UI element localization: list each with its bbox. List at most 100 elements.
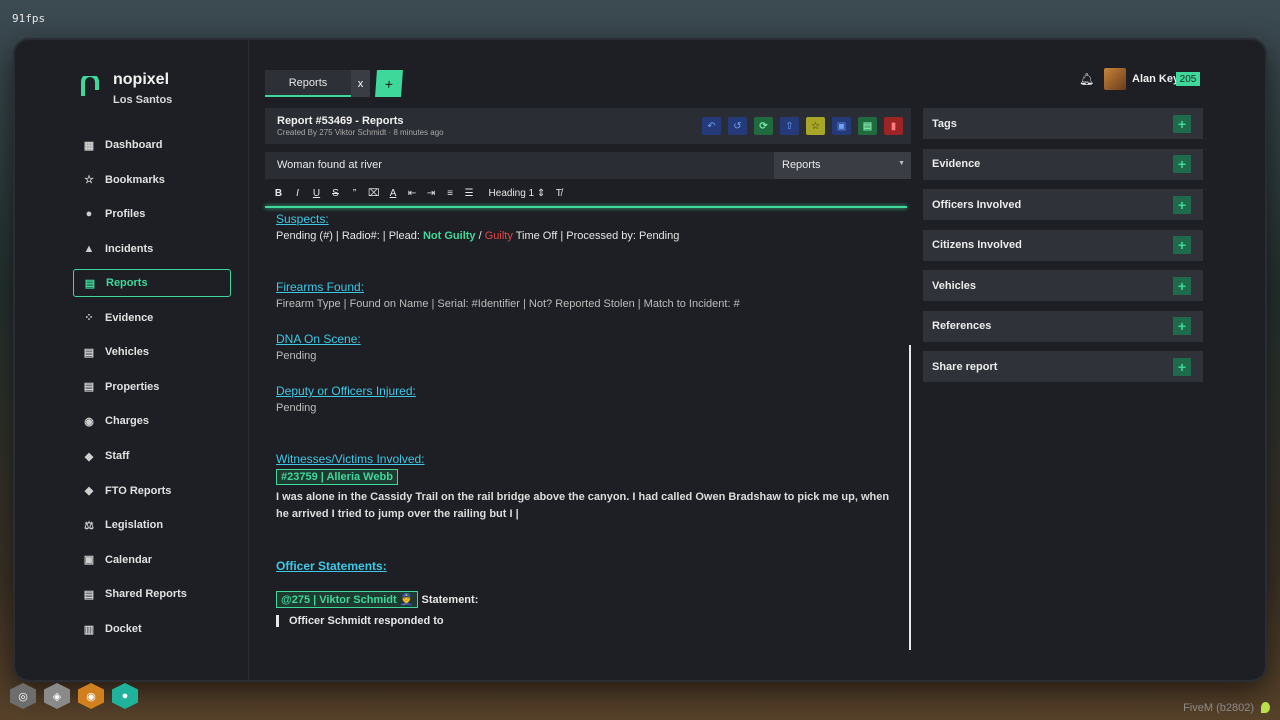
underline-button[interactable]: U — [311, 188, 322, 199]
alert-icon: ▲ — [83, 243, 95, 256]
file-icon: ▤ — [84, 277, 96, 290]
witness-chip[interactable]: #23759 | Alleria Webb — [276, 469, 398, 485]
panel-share[interactable]: Share report + — [923, 351, 1203, 382]
sidebar-item-label: Calendar — [105, 553, 153, 566]
user-name: Alan Key — [1132, 73, 1180, 85]
delete-button[interactable]: ▮ — [884, 117, 903, 135]
report-name-input[interactable]: Woman found at river — [277, 159, 382, 171]
report-editor[interactable]: Suspects: Pending (#) | Radio#: | Plead:… — [276, 212, 898, 627]
clean-icon[interactable]: ⌧ — [368, 188, 380, 199]
statement-label: Statement: — [418, 594, 479, 606]
guilty-text: Guilty — [484, 230, 513, 242]
italic-button[interactable]: I — [292, 188, 303, 199]
sidebar-item-label: Shared Reports — [105, 588, 187, 601]
sidebar-item-legislation[interactable]: ⚖ Legislation — [73, 508, 231, 543]
panel-vehicles[interactable]: Vehicles + — [923, 270, 1203, 301]
injured-value: Pending — [276, 402, 317, 414]
sidebar-item-docket[interactable]: ▥ Docket — [73, 612, 231, 647]
strike-button[interactable]: S — [330, 188, 341, 199]
brand-city: Los Santos — [113, 94, 173, 106]
bullet-list-icon[interactable]: ☰ — [464, 188, 475, 199]
chevron-down-icon: ▼ — [898, 160, 905, 167]
print-button[interactable]: ▣ — [832, 117, 851, 135]
gavel-icon: ⚖ — [84, 519, 94, 532]
sidebar-item-label: Legislation — [105, 519, 164, 532]
add-tag-button[interactable]: + — [1173, 114, 1191, 133]
panel-evidence[interactable]: Evidence + — [923, 148, 1203, 180]
side-panels: Tags + Evidence + Officers Involved + Citiz… — [923, 108, 1203, 392]
panel-references[interactable]: References + — [923, 310, 1203, 342]
sidebar-item-incidents[interactable]: ▲ Incidents — [73, 232, 231, 267]
editor-scrollbar[interactable] — [909, 345, 911, 650]
sidebar-item-evidence[interactable]: ⁘ Evidence — [73, 300, 231, 335]
sidebar-item-dashboard[interactable]: ▦ Dashboard — [73, 128, 231, 163]
food-icon: ◉ — [78, 683, 104, 709]
add-vehicle-button[interactable]: + — [1173, 276, 1191, 295]
sidebar-item-label: Charges — [105, 415, 150, 428]
sidebar-item-profiles[interactable]: ● Profiles — [73, 197, 231, 232]
panel-label: References — [932, 320, 992, 332]
avatar[interactable] — [1104, 68, 1126, 90]
sidebar-item-staff[interactable]: ◆ Staff — [73, 439, 231, 474]
add-evidence-button[interactable]: + — [1173, 155, 1191, 173]
sidebar-item-label: Dashboard — [105, 139, 163, 152]
sidebar-item-label: Docket — [105, 623, 142, 636]
undo-button[interactable]: ↶ — [702, 117, 721, 135]
panel-label: Share report — [932, 360, 998, 373]
panel-tags[interactable]: Tags + — [923, 108, 1203, 139]
sidebar-item-properties[interactable]: ▤ Properties — [73, 370, 231, 405]
nopixel-logo-icon — [81, 76, 99, 96]
indent-icon[interactable]: ⇥ — [426, 188, 437, 199]
ordered-list-icon[interactable]: ≡ — [445, 188, 456, 199]
panel-label: Evidence — [932, 158, 981, 170]
officer-quote: Officer Schmidt responded to — [276, 615, 898, 627]
docket-icon: ▥ — [83, 623, 95, 636]
user-icon: ● — [85, 208, 93, 221]
sidebar-item-shared-reports[interactable]: ▤ Shared Reports — [73, 577, 231, 612]
clear-format-icon[interactable]: T̸ — [553, 188, 564, 199]
witness-statement: I was alone in the Cassidy Trail on the … — [276, 491, 890, 520]
history-button[interactable]: ↺ — [728, 117, 747, 135]
report-type-select[interactable]: Reports ▼ — [774, 152, 911, 179]
firearms-line: Firearm Type | Found on Name | Serial: #… — [276, 298, 740, 310]
cap-icon: ◆ — [84, 485, 94, 498]
sidebar-item-vehicles[interactable]: ▤ Vehicles — [73, 335, 231, 370]
sidebar-item-charges[interactable]: ◉ Charges — [73, 404, 231, 439]
save-button[interactable]: ▤ — [858, 117, 877, 135]
calendar-icon: ▣ — [83, 554, 95, 567]
heading-select[interactable]: Heading 1 ⇕ — [489, 188, 546, 199]
tab-reports[interactable]: Reports — [265, 70, 351, 97]
text-color-icon[interactable]: A — [388, 188, 399, 199]
sidebar-item-calendar[interactable]: ▣ Calendar — [73, 543, 231, 578]
bold-button[interactable]: B — [273, 188, 284, 199]
building-icon: ▤ — [83, 381, 95, 394]
outdent-icon[interactable]: ⇤ — [407, 188, 418, 199]
share-button[interactable]: ⇧ — [780, 117, 799, 135]
bell-icon[interactable]: 🔔︎ — [1079, 72, 1094, 86]
add-reference-button[interactable]: + — [1173, 317, 1191, 335]
officer-chip[interactable]: @275 | Viktor Schmidt 👮 — [276, 591, 419, 608]
refresh-button[interactable]: ⟳ — [754, 117, 773, 135]
blockquote-button[interactable]: ” — [349, 188, 360, 199]
panel-citizens[interactable]: Citizens Involved + — [923, 229, 1203, 261]
add-tab-button[interactable]: + — [375, 70, 403, 97]
sidebar-item-fto-reports[interactable]: ◆ FTO Reports — [73, 473, 231, 508]
panel-officers[interactable]: Officers Involved + — [923, 189, 1203, 220]
sidebar-nav: ▦ Dashboard ☆ Bookmarks ● Profiles ▲ Inciden… — [73, 128, 231, 646]
dna-heading: DNA On Scene: — [276, 332, 361, 346]
editor-focus-bar — [265, 206, 907, 208]
bookmark-button[interactable]: ☆ — [806, 117, 825, 135]
sidebar-item-reports[interactable]: ▤ Reports — [73, 269, 231, 298]
cap-icon: ◆ — [84, 450, 94, 463]
panel-label: Citizens Involved — [932, 239, 1022, 251]
tab-close-button[interactable]: x — [351, 70, 370, 97]
add-share-button[interactable]: + — [1173, 357, 1191, 376]
add-citizen-button[interactable]: + — [1173, 236, 1191, 254]
dashboard-icon: ▦ — [83, 139, 95, 152]
sidebar-item-label: FTO Reports — [105, 484, 172, 497]
add-officer-button[interactable]: + — [1173, 195, 1191, 214]
report-actions: ↶ ↺ ⟳ ⇧ ☆ ▣ ▤ ▮ — [702, 117, 903, 135]
sidebar-item-bookmarks[interactable]: ☆ Bookmarks — [73, 163, 231, 198]
report-title: Report #53469 - Reports — [277, 115, 404, 127]
sidebar-item-label: Incidents — [105, 243, 154, 256]
